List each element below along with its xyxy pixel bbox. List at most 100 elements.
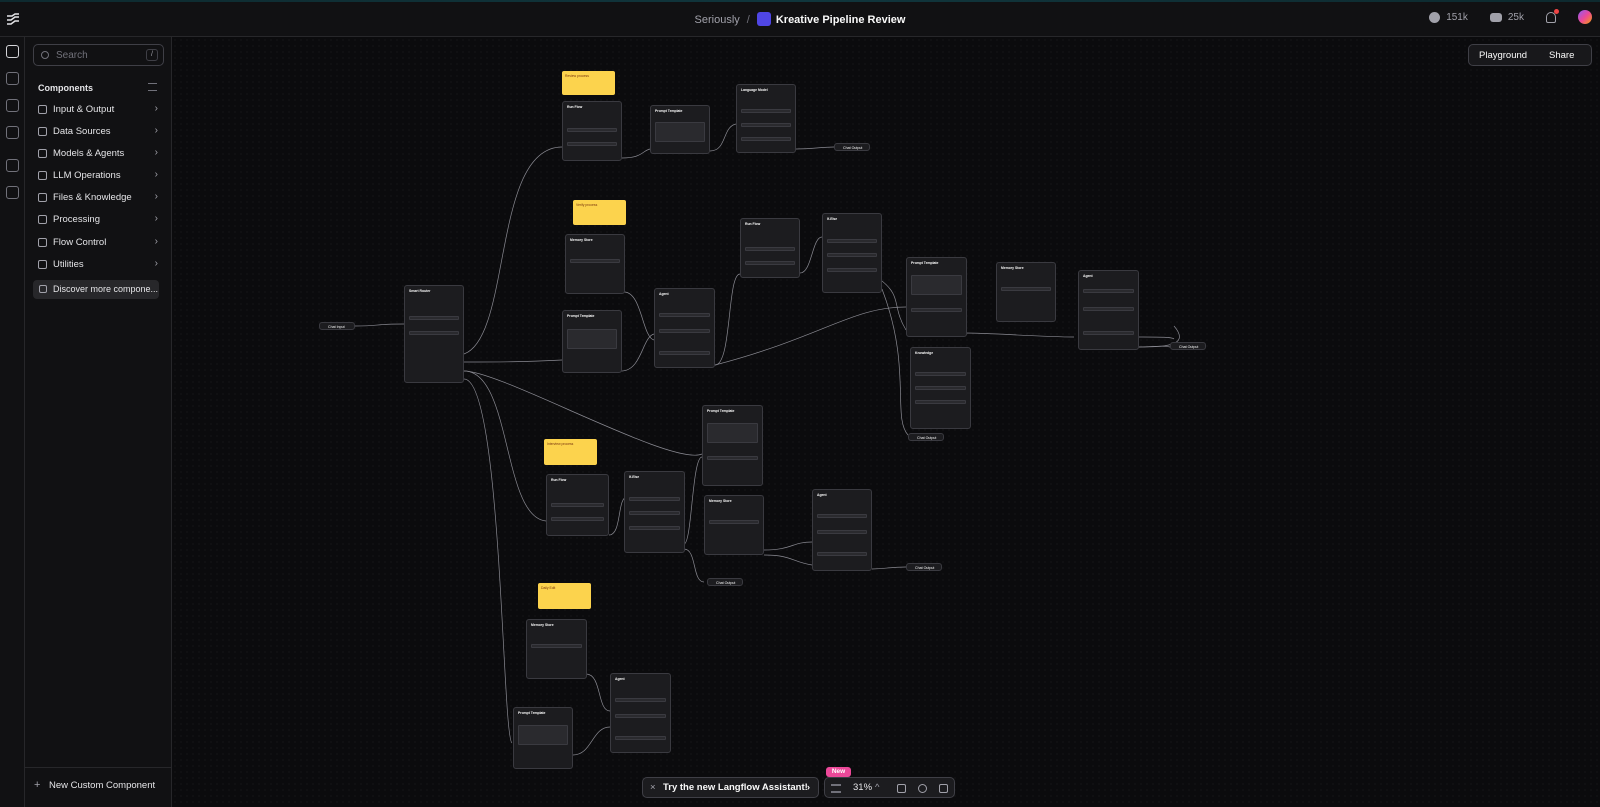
- discover-more-button[interactable]: Discover more compone...: [33, 280, 159, 299]
- components-sidebar: Search / Components Input & Output › Data…: [25, 37, 172, 807]
- sticky-note[interactable]: Review process: [562, 71, 615, 95]
- components-nav-icon[interactable]: [6, 45, 19, 58]
- sticky-note[interactable]: Interview process: [544, 439, 597, 465]
- sidebar-item-processing[interactable]: Processing ›: [38, 210, 158, 228]
- prompt-template-node[interactable]: Prompt Template: [906, 257, 967, 337]
- settings-sliders-icon[interactable]: [939, 784, 948, 793]
- edge: [621, 148, 651, 159]
- plus-icon: +: [34, 779, 41, 791]
- search-icon: [41, 51, 49, 59]
- filter-icon[interactable]: [148, 83, 157, 91]
- sidebar-item-label: Processing: [53, 213, 100, 225]
- history-nav-icon[interactable]: [6, 126, 19, 139]
- assistant-label: Try the new Langflow Assistant!: [663, 782, 808, 793]
- chat-output-node[interactable]: Chat Output: [834, 143, 870, 151]
- sticky-note[interactable]: Daily Edit: [538, 583, 591, 609]
- edge: [881, 280, 907, 331]
- top-header: Seriously / Kreative Pipeline Review 151k …: [0, 0, 1600, 37]
- chat-output-node[interactable]: Chat Output: [1170, 342, 1206, 350]
- sidebar-item-label: Files & Knowledge: [53, 191, 132, 203]
- breadcrumb: Seriously / Kreative Pipeline Review: [0, 12, 1600, 26]
- sidebar-item-files-knowledge[interactable]: Files & Knowledge ›: [38, 188, 158, 206]
- sidebar-item-input-output[interactable]: Input & Output ›: [38, 100, 158, 118]
- database-icon: [38, 126, 47, 136]
- user-menu[interactable]: [1578, 10, 1592, 24]
- note-icon[interactable]: [897, 784, 906, 793]
- prompt-template-node[interactable]: Prompt Template: [562, 310, 622, 373]
- edge: [620, 333, 655, 372]
- new-custom-component-button[interactable]: + New Custom Component: [25, 767, 171, 807]
- run-flow-node[interactable]: Run Flow: [546, 474, 609, 536]
- prompt-template-node[interactable]: Prompt Template: [650, 105, 710, 154]
- edge: [763, 554, 813, 566]
- search-input[interactable]: Search /: [33, 44, 164, 66]
- smart-router-node[interactable]: Smart Router: [404, 285, 464, 383]
- sidebar-item-utilities[interactable]: Utilities ›: [38, 255, 158, 273]
- prompt-template-node[interactable]: Prompt Template: [702, 405, 763, 486]
- edge: [463, 146, 563, 355]
- sidebar-item-llm-operations[interactable]: LLM Operations ›: [38, 166, 158, 184]
- discord-icon: [1489, 12, 1502, 22]
- sticky-note[interactable]: Verify process: [573, 200, 626, 225]
- github-count: 151k: [1446, 11, 1468, 23]
- help-icon[interactable]: [918, 784, 927, 793]
- flow-canvas[interactable]: Review process Verify process Interview …: [172, 37, 1600, 807]
- chat-output-node[interactable]: Chat Output: [707, 578, 743, 586]
- agent-node[interactable]: Agent: [812, 489, 872, 571]
- flow-control-icon: [38, 237, 47, 247]
- flow-title[interactable]: Kreative Pipeline Review: [776, 14, 906, 26]
- share-button[interactable]: Share: [1549, 50, 1574, 61]
- chevron-up-icon[interactable]: ^: [875, 782, 879, 793]
- sidebar-item-models-agents[interactable]: Models & Agents ›: [38, 144, 158, 162]
- chat-output-node[interactable]: Chat Output: [906, 563, 942, 571]
- langflow-assistant-banner[interactable]: × Try the new Langflow Assistant! ›: [642, 777, 819, 798]
- chevron-right-icon: ›: [154, 169, 158, 180]
- assistant-icon[interactable]: [831, 784, 841, 793]
- sidebar-section-title: Components: [38, 83, 93, 93]
- agent-node[interactable]: Agent: [654, 288, 715, 368]
- chevron-right-icon: ›: [154, 191, 158, 202]
- knowledge-node[interactable]: Knowledge: [910, 347, 971, 429]
- chat-output-node[interactable]: Chat Output: [908, 433, 944, 441]
- settings-nav-icon[interactable]: [6, 159, 19, 172]
- utilities-icon: [38, 259, 47, 269]
- agent-node[interactable]: Agent: [1078, 270, 1139, 350]
- sidebar-item-label: Data Sources: [53, 125, 111, 137]
- playground-button[interactable]: Playground: [1479, 50, 1527, 61]
- edge: [572, 726, 611, 756]
- activity-nav-icon[interactable]: [6, 186, 19, 199]
- sidebar-item-flow-control[interactable]: Flow Control ›: [38, 233, 158, 251]
- edge: [799, 236, 823, 274]
- notifications-button[interactable]: [1546, 8, 1559, 23]
- edge: [709, 123, 737, 152]
- memory-store-node[interactable]: Memory Store: [996, 262, 1056, 322]
- memory-store-node[interactable]: Memory Store: [565, 234, 625, 294]
- discord-link[interactable]: 25k: [1489, 11, 1524, 23]
- edge: [585, 673, 611, 712]
- edge: [1134, 336, 1175, 340]
- language-model-node[interactable]: Language Model: [736, 84, 796, 153]
- canvas-controls: 31% ^: [824, 777, 955, 798]
- mcp-nav-icon[interactable]: [6, 99, 19, 112]
- models-icon: [38, 148, 47, 158]
- breadcrumb-separator: /: [746, 14, 750, 26]
- bundles-nav-icon[interactable]: [6, 72, 19, 85]
- sidebar-item-label: Utilities: [53, 258, 84, 270]
- if-else-node[interactable]: If-Else: [624, 471, 685, 553]
- chat-input-node[interactable]: Chat Input: [319, 322, 355, 330]
- discord-count: 25k: [1507, 11, 1524, 23]
- sidebar-item-data-sources[interactable]: Data Sources ›: [38, 122, 158, 140]
- new-badge: New: [826, 767, 851, 777]
- memory-store-node[interactable]: Memory Store: [526, 619, 587, 679]
- if-else-node[interactable]: If-Else: [822, 213, 882, 293]
- github-link[interactable]: 151k: [1429, 11, 1468, 23]
- memory-store-node[interactable]: Memory Store: [704, 495, 764, 555]
- breadcrumb-project[interactable]: Seriously: [695, 14, 740, 26]
- run-flow-node[interactable]: Run Flow: [740, 218, 800, 278]
- zoom-level[interactable]: 31%: [853, 782, 872, 793]
- agent-node[interactable]: Agent: [610, 673, 671, 753]
- prompt-template-node[interactable]: Prompt Template: [513, 707, 573, 769]
- run-flow-node[interactable]: Run Flow: [562, 101, 622, 161]
- close-icon[interactable]: ×: [650, 782, 656, 793]
- edge: [714, 273, 741, 366]
